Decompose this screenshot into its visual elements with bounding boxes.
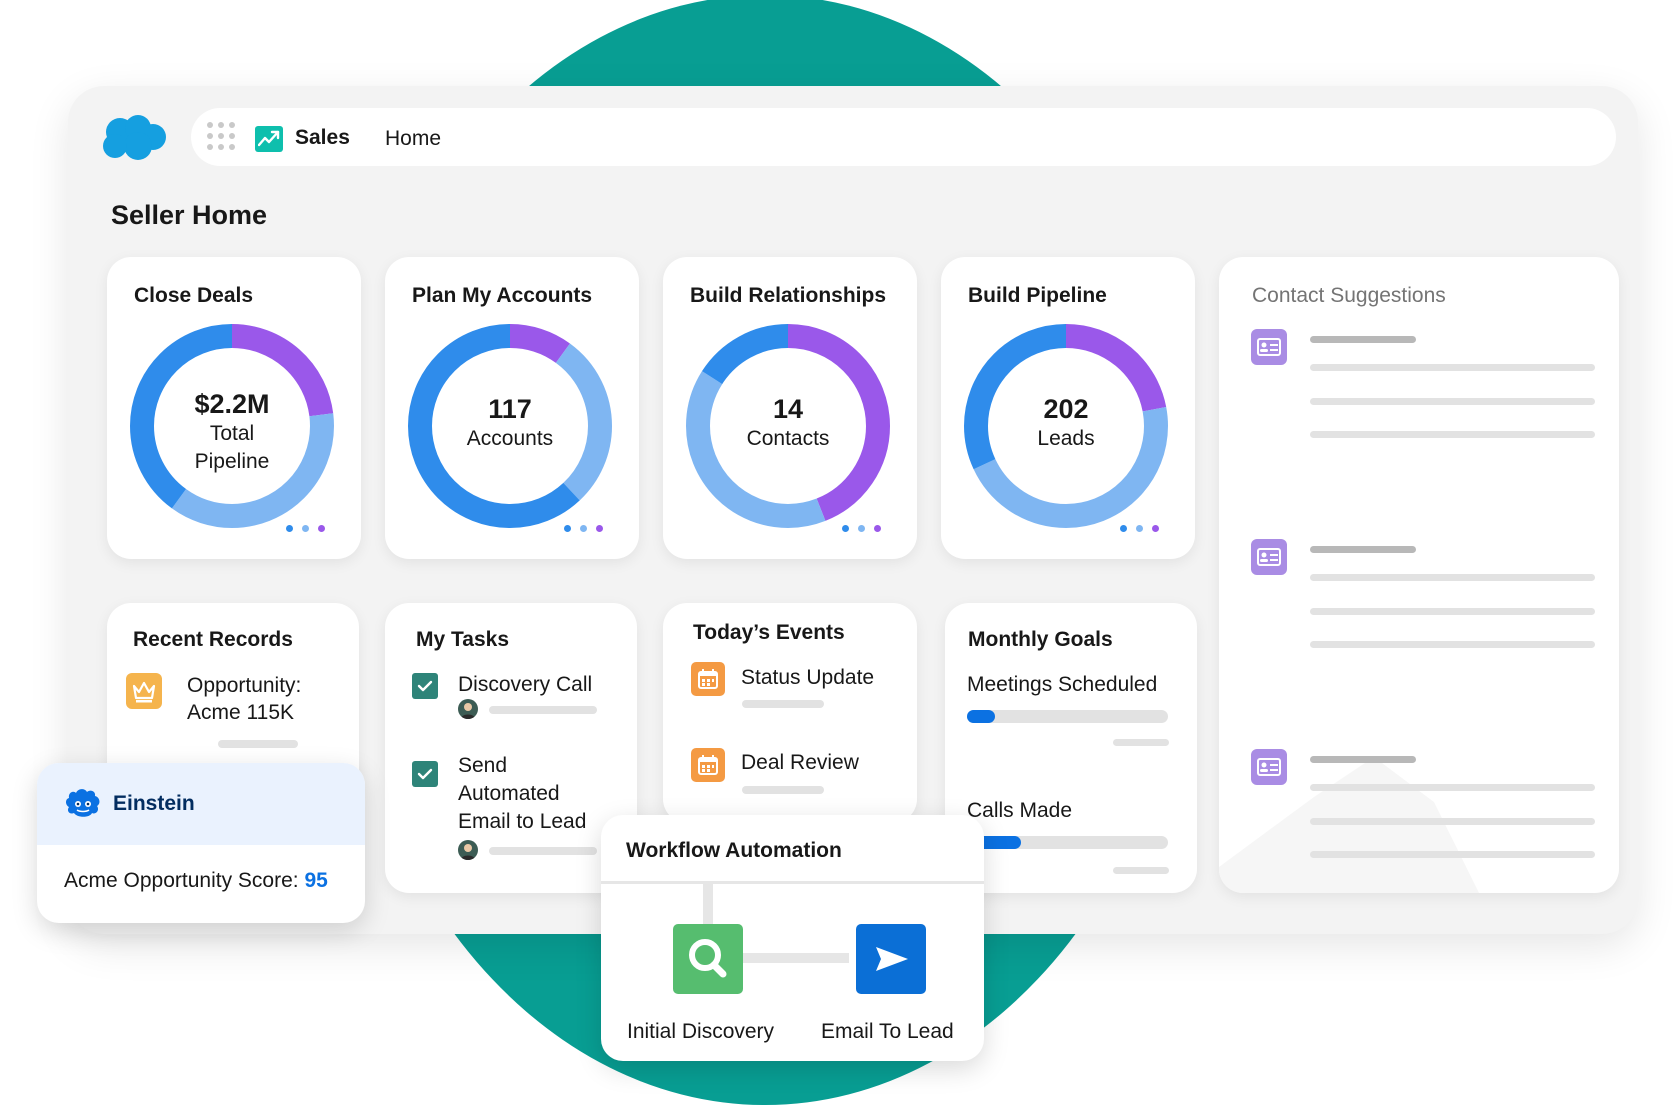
metric-card-title: Plan My Accounts	[412, 284, 593, 307]
crown-icon	[126, 673, 162, 709]
carousel-dot	[564, 525, 571, 532]
carousel-dots[interactable]	[1120, 525, 1164, 535]
placeholder-line	[1310, 608, 1595, 615]
my-tasks-title: My Tasks	[416, 628, 509, 651]
event-title[interactable]: Deal Review	[741, 749, 859, 777]
carousel-dots[interactable]	[842, 525, 886, 535]
placeholder-line	[1310, 756, 1416, 763]
salesforce-cloud-logo	[103, 115, 166, 160]
checkbox-checked-icon[interactable]	[412, 761, 438, 787]
user-avatar	[458, 699, 478, 719]
workflow-connector-horizontal	[741, 953, 849, 963]
carousel-dot	[580, 525, 587, 532]
metric-card-title: Close Deals	[134, 284, 254, 307]
workflow-step-label: Initial Discovery	[627, 1020, 775, 1043]
monthly-goals-title: Monthly Goals	[968, 628, 1113, 651]
carousel-dot	[302, 525, 309, 532]
search-icon	[689, 939, 727, 978]
carousel-dots[interactable]	[564, 525, 608, 535]
workflow-connector-vertical	[703, 881, 713, 925]
einstein-score-label: Acme Opportunity Score:	[64, 869, 299, 892]
recent-record-line2[interactable]: Acme 115K	[187, 699, 294, 727]
carousel-dot	[1152, 525, 1159, 532]
goal-progress-track	[967, 836, 1168, 849]
donut-value: 202	[1043, 394, 1089, 424]
search-step-node[interactable]	[673, 924, 743, 994]
carousel-dots[interactable]	[286, 525, 330, 535]
einstein-score-value: 95	[304, 869, 328, 892]
placeholder-line	[1113, 739, 1169, 746]
task-title[interactable]: Send	[458, 752, 507, 780]
placeholder-line	[489, 847, 597, 855]
donut-label: Total	[209, 422, 255, 445]
carousel-dot	[858, 525, 865, 532]
app-name[interactable]: Sales	[295, 126, 350, 150]
donut-label: Leads	[1037, 427, 1095, 450]
einstein-avatar-icon	[66, 789, 100, 817]
goal-label: Calls Made	[967, 799, 1073, 822]
carousel-dot	[842, 525, 849, 532]
donut-label: Pipeline	[194, 450, 270, 473]
app-launcher-icon[interactable]	[206, 121, 236, 151]
placeholder-line	[1310, 546, 1416, 553]
contact-card-icon	[1251, 539, 1287, 575]
goal-progress-track	[967, 710, 1168, 723]
placeholder-line	[1310, 784, 1595, 791]
carousel-dot	[596, 525, 603, 532]
workflow-automation-card[interactable]: Workflow Automation Initial Discovery Em…	[601, 815, 984, 1061]
donut-value: $2.2M	[194, 389, 270, 419]
workflow-divider	[601, 881, 984, 884]
goal-progress-fill	[967, 710, 996, 723]
send-icon	[876, 947, 908, 971]
recent-records-title: Recent Records	[133, 628, 293, 651]
workflow-step-label: Email To Lead	[821, 1020, 954, 1043]
contact-suggestions-title: Contact Suggestions	[1252, 284, 1446, 307]
placeholder-line	[1310, 336, 1416, 343]
task-title[interactable]: Automated	[458, 780, 560, 808]
metric-card-title: Build Pipeline	[968, 284, 1107, 307]
carousel-dot	[1136, 525, 1143, 532]
task-title[interactable]: Email to Lead	[458, 808, 586, 836]
event-title[interactable]: Status Update	[741, 664, 874, 692]
donut-value: 117	[488, 394, 532, 424]
contact-card-icon	[1251, 329, 1287, 365]
placeholder-line	[1310, 574, 1595, 581]
page-title: Seller Home	[111, 200, 268, 230]
placeholder-line	[1113, 867, 1169, 874]
placeholder-line	[1310, 431, 1595, 438]
todays-events-title: Today’s Events	[693, 621, 845, 644]
metric-card-title: Build Relationships	[690, 284, 887, 307]
einstein-score-row: Acme Opportunity Score: 95	[64, 869, 328, 893]
placeholder-line	[1310, 818, 1595, 825]
nav-home-tab[interactable]: Home	[385, 127, 441, 151]
carousel-dot	[318, 525, 325, 532]
placeholder-line	[1310, 398, 1595, 405]
donut-label: Accounts	[466, 427, 554, 450]
placeholder-line	[1310, 641, 1595, 648]
placeholder-line	[1310, 851, 1595, 858]
placeholder-line	[1310, 364, 1595, 371]
goal-label: Meetings Scheduled	[967, 673, 1158, 696]
carousel-dot	[1120, 525, 1127, 532]
checkbox-checked-icon[interactable]	[412, 673, 438, 699]
placeholder-line	[742, 700, 824, 708]
user-avatar	[458, 840, 478, 860]
send-step-node[interactable]	[856, 924, 926, 994]
carousel-dot	[874, 525, 881, 532]
placeholder-line	[742, 786, 824, 794]
contact-card-icon	[1251, 749, 1287, 785]
calendar-icon	[691, 748, 725, 782]
placeholder-line	[218, 740, 298, 748]
placeholder-line	[489, 706, 597, 714]
einstein-score-card[interactable]: Einstein Acme Opportunity Score: 95	[37, 763, 365, 923]
einstein-title: Einstein	[113, 792, 195, 815]
recent-record-line1[interactable]: Opportunity:	[187, 672, 301, 700]
carousel-dot	[286, 525, 293, 532]
calendar-icon	[691, 662, 725, 696]
task-title[interactable]: Discovery Call	[458, 671, 592, 699]
sales-app-icon	[255, 126, 283, 152]
donut-label: Contacts	[746, 427, 830, 450]
workflow-title: Workflow Automation	[626, 839, 842, 862]
donut-value: 14	[772, 394, 804, 424]
